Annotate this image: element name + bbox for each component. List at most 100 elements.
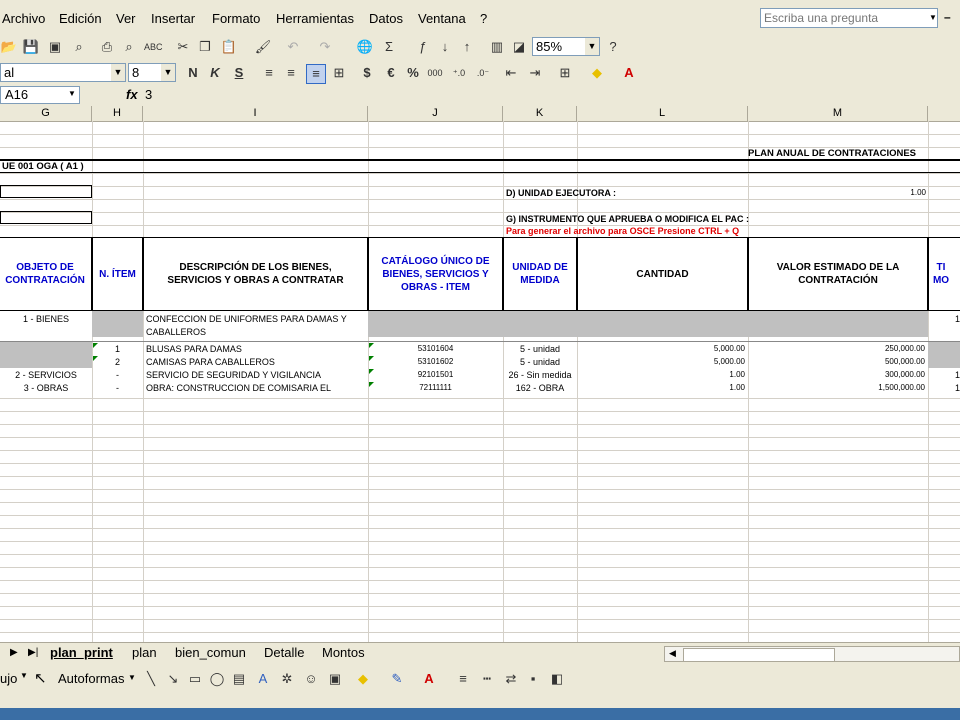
row5-valor[interactable]: 300,000.00	[748, 369, 925, 381]
decrease-decimal-icon[interactable]: .0⁻	[474, 64, 492, 82]
tab-scroll-next-icon[interactable]: ▶	[10, 647, 18, 658]
select-pointer-icon[interactable]: ↖	[34, 669, 47, 687]
row5-extra[interactable]: 1	[930, 369, 960, 381]
draw-font-color-icon[interactable]: A	[420, 670, 438, 688]
borders-icon[interactable]: ⊞	[556, 64, 574, 82]
clipart-icon[interactable]: ☺	[302, 670, 320, 688]
row4-unidad[interactable]: 5 - unidad	[503, 356, 577, 368]
menu-herramientas[interactable]: Herramientas	[276, 11, 354, 26]
row1-extra[interactable]: 1	[930, 313, 960, 325]
column-header-j[interactable]: J	[368, 106, 503, 121]
column-header-i[interactable]: I	[143, 106, 368, 121]
format-painter-icon[interactable]: 🖌	[254, 38, 272, 56]
zoom-select[interactable]: 85% ▼	[532, 37, 600, 56]
fill-color-icon[interactable]: ◆	[588, 64, 606, 82]
tab-plan-print[interactable]: plan_print	[50, 645, 113, 660]
row4-descripcion[interactable]: CAMISAS PARA CABALLEROS	[146, 356, 366, 368]
percent-icon[interactable]: %	[404, 64, 422, 82]
tab-montos[interactable]: Montos	[322, 645, 365, 660]
row5-item[interactable]: -	[92, 369, 143, 381]
row6-valor[interactable]: 1,500,000.00	[748, 382, 925, 394]
wordart-icon[interactable]: A	[254, 670, 272, 688]
tab-plan[interactable]: plan	[132, 645, 157, 660]
menu-datos[interactable]: Datos	[369, 11, 403, 26]
row5-objeto[interactable]: 2 - SERVICIOS	[0, 369, 92, 381]
row6-cantidad[interactable]: 1.00	[577, 382, 745, 394]
tab-detalle[interactable]: Detalle	[264, 645, 304, 660]
scroll-left-icon[interactable]: ◀	[669, 648, 676, 659]
dibujo-dropdown-icon[interactable]: ▼	[20, 671, 28, 680]
autoformas-menu[interactable]: Autoformas	[58, 671, 124, 686]
increase-indent-icon[interactable]: ⇥	[526, 64, 544, 82]
row1-descripcion[interactable]: CONFECCION DE UNIFORMES PARA DAMAS Y	[146, 313, 366, 325]
sort-asc-icon[interactable]: ↓	[436, 38, 454, 56]
function-icon[interactable]: ƒ	[414, 38, 432, 56]
rectangle-icon[interactable]: ▭	[186, 670, 204, 688]
shadow-icon[interactable]: ▪	[524, 670, 542, 688]
menu-formato[interactable]: Formato	[212, 11, 260, 26]
diagram-icon[interactable]: ✲	[278, 670, 296, 688]
horizontal-scrollbar[interactable]: ◀	[664, 646, 960, 662]
spreadsheet-grid[interactable]: G H I J K L M PLAN ANUAL DE CONTRATACION…	[0, 106, 960, 642]
row6-descripcion[interactable]: OBRA: CONSTRUCCION DE COMISARIA EL	[146, 382, 366, 394]
name-box-dropdown-icon[interactable]: ▼	[68, 89, 76, 98]
row5-cantidad[interactable]: 1.00	[577, 369, 745, 381]
row4-item[interactable]: 2	[92, 356, 143, 368]
font-color-icon[interactable]: A	[620, 64, 638, 82]
row6-catalogo[interactable]: 72111111	[368, 382, 503, 394]
row4-cantidad[interactable]: 5,000.00	[577, 356, 745, 368]
row3-item[interactable]: 1	[92, 343, 143, 355]
menu-ventana[interactable]: Ventana	[418, 11, 466, 26]
row2-descripcion[interactable]: CABALLEROS	[146, 326, 366, 338]
formula-input[interactable]: 3	[145, 87, 152, 102]
font-name-select[interactable]: al ▼	[0, 63, 126, 82]
redo-icon[interactable]: ↷	[316, 38, 334, 56]
autoformas-dropdown-icon[interactable]: ▼	[128, 673, 136, 682]
3d-style-icon[interactable]: ◧	[548, 670, 566, 688]
open-icon[interactable]: 📂	[0, 38, 18, 56]
help-icon[interactable]: ?	[604, 38, 622, 56]
font-size-dropdown-icon[interactable]: ▼	[161, 64, 175, 81]
thousands-icon[interactable]: 000	[426, 64, 444, 82]
paste-icon[interactable]: 📋	[220, 38, 238, 56]
help-search-input[interactable]: Escriba una pregunta	[760, 8, 938, 28]
hyperlink-icon[interactable]: 🌐	[356, 38, 374, 56]
drawing-icon[interactable]: ◪	[510, 38, 528, 56]
search-file-icon[interactable]: ⌕	[70, 38, 88, 56]
euro-icon[interactable]: €	[382, 64, 400, 82]
arrow-icon[interactable]: ↘	[164, 670, 182, 688]
row6-item[interactable]: -	[92, 382, 143, 394]
row3-cantidad[interactable]: 5,000.00	[577, 343, 745, 355]
draw-fill-color-icon[interactable]: ◆	[354, 670, 372, 688]
spelling-icon[interactable]: ABC	[144, 38, 163, 56]
bold-icon[interactable]: N	[184, 64, 202, 82]
textbox-icon[interactable]: ▤	[230, 670, 248, 688]
row4-valor[interactable]: 500,000.00	[748, 356, 925, 368]
instrumento-input-box[interactable]	[0, 211, 92, 224]
menu-ver[interactable]: Ver	[116, 11, 136, 26]
print-preview-icon[interactable]: ⌕	[120, 38, 138, 56]
fx-icon[interactable]: fx	[126, 87, 138, 102]
zoom-dropdown-icon[interactable]: ▼	[585, 38, 599, 55]
increase-decimal-icon[interactable]: ⁺.0	[450, 64, 468, 82]
scroll-thumb[interactable]	[683, 648, 835, 662]
picture-icon[interactable]: ▣	[326, 670, 344, 688]
align-right-icon[interactable]: ≡	[306, 64, 326, 84]
row6-unidad[interactable]: 162 - OBRA	[503, 382, 577, 394]
print-icon[interactable]: ⎙	[98, 38, 116, 56]
cut-icon[interactable]: ✂	[174, 38, 192, 56]
minimize-icon[interactable]: –	[944, 10, 951, 24]
line-icon[interactable]: ╲	[142, 670, 160, 688]
underline-icon[interactable]: S	[230, 64, 248, 82]
menu-ayuda[interactable]: ?	[480, 11, 487, 26]
line-color-icon[interactable]: ✎	[388, 670, 406, 688]
sort-desc-icon[interactable]: ↑	[458, 38, 476, 56]
menu-archivo[interactable]: Archivo	[2, 11, 45, 26]
line-style-icon[interactable]: ≡	[454, 670, 472, 688]
column-header-l[interactable]: L	[577, 106, 748, 121]
align-left-icon[interactable]: ≡	[260, 64, 278, 82]
dibujo-menu[interactable]: ujo	[0, 671, 17, 686]
row5-catalogo[interactable]: 92101501	[368, 369, 503, 381]
column-header-m[interactable]: M	[748, 106, 928, 121]
tab-bien-comun[interactable]: bien_comun	[175, 645, 246, 660]
